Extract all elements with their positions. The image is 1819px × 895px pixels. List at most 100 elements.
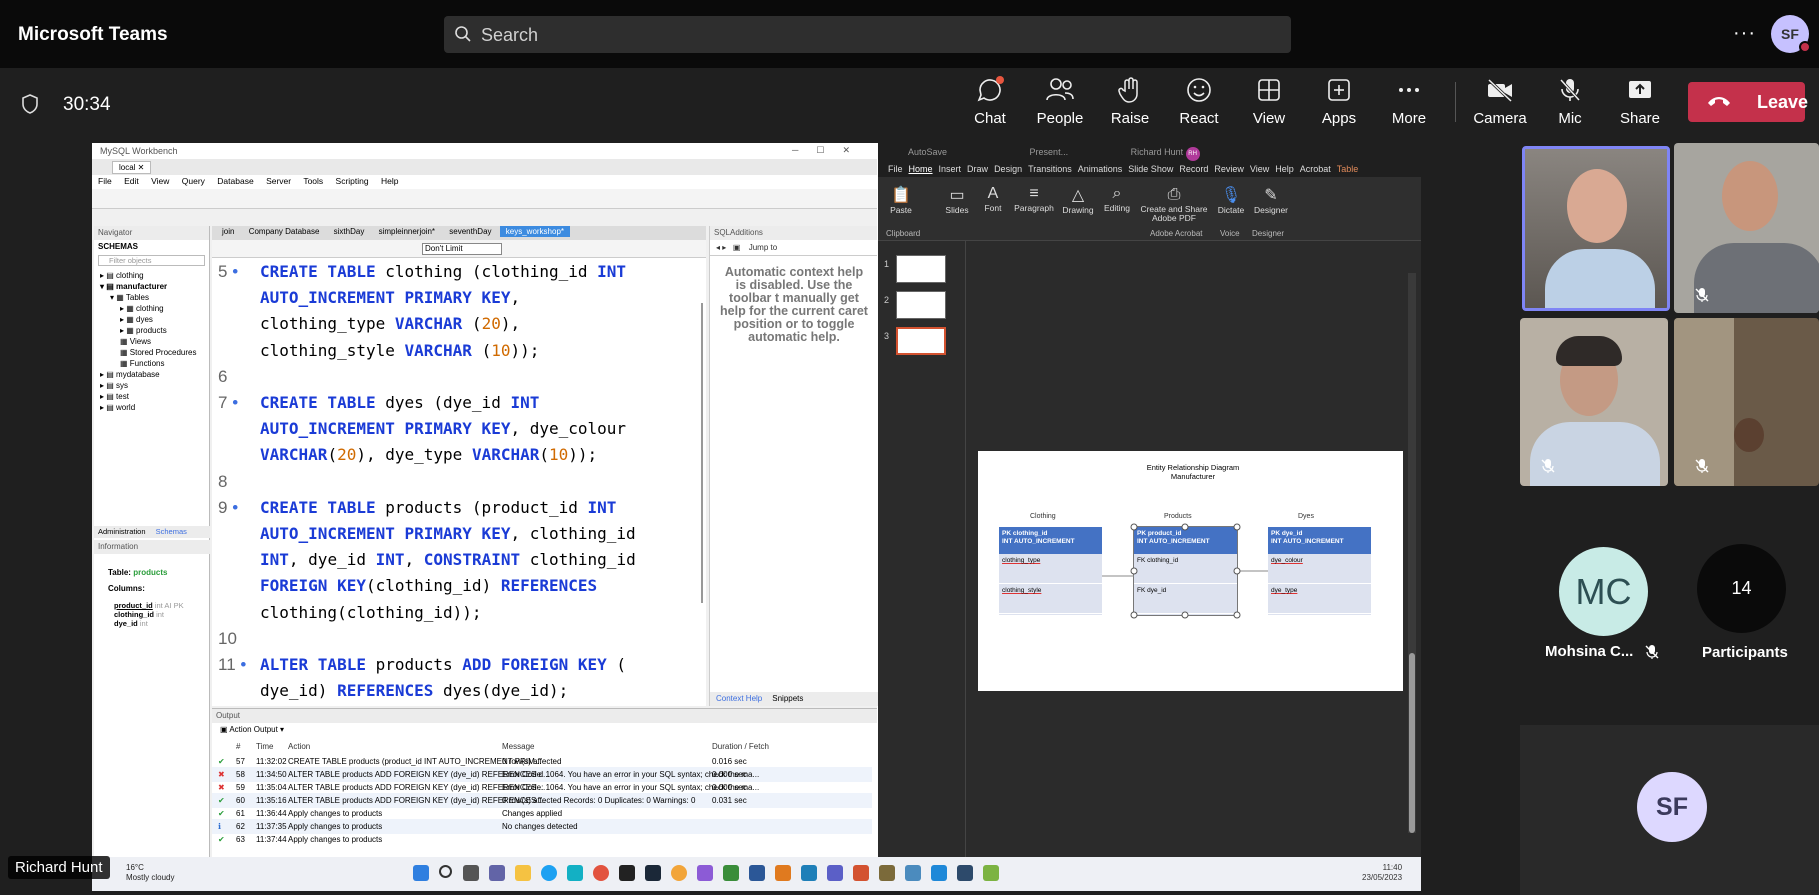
output-select[interactable]: ▣ Action Output ▾ [212,723,877,737]
app-icon[interactable] [801,865,817,881]
menu-scripting[interactable]: Scripting [336,176,369,186]
pp-menu-item[interactable]: View [1250,164,1269,174]
slide-thumb-1[interactable] [896,255,946,283]
tab-context-help[interactable]: Context Help [716,694,762,703]
tree-item[interactable]: ▦ Functions [100,358,209,369]
mic-button[interactable]: Mic [1539,76,1601,136]
pp-menu-item[interactable]: Review [1214,164,1244,174]
editor-scrollbar[interactable] [701,303,703,603]
tree-item[interactable]: ▸ ▦ clothing [100,303,209,314]
sql-editor[interactable]: join Company Database sixthDay simpleinn… [212,226,706,706]
steam-icon[interactable] [645,865,661,881]
current-slide[interactable]: Entity Relationship Diagram Manufacturer … [978,451,1403,691]
leave-button[interactable]: Leave [1688,82,1808,122]
slides-button[interactable]: ▭ Slides [942,185,972,215]
edge-icon[interactable] [541,865,557,881]
participant-avatar[interactable]: MC [1559,547,1648,636]
designer-button[interactable]: ✎ Designer [1252,185,1290,215]
editor-tab[interactable]: sixthDay [328,226,371,237]
explorer-icon[interactable] [515,865,531,881]
menu-database[interactable]: Database [217,176,253,186]
pp-menu-item[interactable]: File [888,164,903,174]
word-icon[interactable] [749,865,765,881]
slide-thumb-2[interactable] [896,291,946,319]
pp-user-avatar[interactable]: RH [1185,147,1200,161]
code-line[interactable]: CREATE TABLE products (product_id INT [260,495,700,521]
editing-button[interactable]: ⌕ Editing [1100,185,1134,213]
code-line[interactable]: clothing_type VARCHAR (20), [260,311,700,337]
epic-icon[interactable] [619,865,635,881]
app-icon[interactable] [723,865,739,881]
taskbar-clock[interactable]: 11:40 23/05/2023 [1362,863,1402,883]
apps-button[interactable]: Apps [1308,76,1370,136]
dictate-button[interactable]: 🎙 Dictate [1214,185,1248,215]
code-line[interactable]: AUTO_INCREMENT PRIMARY KEY, clothing_id [260,521,700,547]
more-options-button[interactable]: ··· [1733,22,1756,45]
raise-hand-button[interactable]: Raise [1099,76,1161,136]
menu-edit[interactable]: Edit [124,176,139,186]
teams-taskbar-icon[interactable] [827,865,843,881]
editor-tab[interactable]: Company Database [243,226,326,237]
limit-rows-select[interactable]: Don't Limit [422,243,502,255]
code-line[interactable]: CREATE TABLE clothing (clothing_id INT [260,259,700,285]
drawing-button[interactable]: △ Drawing [1060,185,1096,215]
window-controls[interactable]: ─☐✕ [792,145,868,156]
tree-item[interactable]: ▦ Stored Procedures [100,347,209,358]
code-line[interactable]: VARCHAR(20), dye_type VARCHAR(10)); [260,442,700,468]
weather-widget[interactable]: 16°C Mostly cloudy [126,863,174,883]
share-button[interactable]: Share [1609,76,1671,136]
code-line[interactable]: clothing(clothing_id)); [260,600,700,626]
tree-item[interactable]: ▸ ▤ mydatabase [100,369,209,380]
tab-schemas[interactable]: Schemas [156,527,187,536]
code-line[interactable]: AUTO_INCREMENT PRIMARY KEY, dye_colour [260,416,700,442]
tree-item[interactable]: ▸ ▤ test [100,391,209,402]
create-pdf-button[interactable]: ⎙ Create and Share Adobe PDF [1138,185,1210,223]
taskview-icon[interactable] [463,865,479,881]
tab-administration[interactable]: Administration [98,527,146,536]
code-line[interactable]: AUTO_INCREMENT PRIMARY KEY, [260,285,700,311]
teams-taskbar-icon[interactable] [489,865,505,881]
pp-menu-item[interactable]: Help [1275,164,1294,174]
tree-item[interactable]: ▾ ▦ Tables [100,292,209,303]
pp-menu-item[interactable]: Home [909,164,933,174]
code-line[interactable]: clothing_style VARCHAR (10)); [260,338,700,364]
menu-query[interactable]: Query [182,176,205,186]
tree-item[interactable]: ▸ ▦ dyes [100,314,209,325]
start-icon[interactable] [413,865,429,881]
search-box[interactable]: Search [444,16,1291,53]
pp-menu-item[interactable]: Design [994,164,1022,174]
participant-video[interactable] [1520,318,1668,486]
editor-tab[interactable]: join [216,226,240,237]
user-avatar[interactable]: SF [1771,15,1811,53]
menu-file[interactable]: File [98,176,112,186]
app-icon[interactable] [983,865,999,881]
editor-tab[interactable]: simpleinnerjoin* [373,226,441,237]
pp-menu-item[interactable]: Table [1337,164,1359,174]
pp-menu-item[interactable]: Acrobat [1300,164,1331,174]
visualstudio-icon[interactable] [697,865,713,881]
editor-tab-active[interactable]: keys_workshop* [499,226,571,237]
font-button[interactable]: A Font [978,185,1008,213]
python-icon[interactable] [905,865,921,881]
chat-button[interactable]: Chat [959,76,1021,136]
workbench-toolbar[interactable] [92,189,877,209]
pp-scrollbar[interactable] [1408,273,1416,833]
participant-video[interactable] [1674,143,1819,313]
chrome-icon[interactable] [593,865,609,881]
powerpoint-taskbar-icon[interactable] [853,865,869,881]
editor-tab[interactable]: seventhDay [443,226,497,237]
tree-item[interactable]: ▸ ▤ clothing [100,270,209,281]
filter-input[interactable]: Filter objects [98,255,205,266]
code-line[interactable]: CREATE TABLE dyes (dye_id INT [260,390,700,416]
jump-to[interactable]: Jump to [749,243,777,252]
vscode-icon[interactable] [931,865,947,881]
pp-menu-item[interactable]: Transitions [1028,164,1072,174]
autosave-label[interactable]: AutoSave [908,147,947,157]
tab-snippets[interactable]: Snippets [772,694,803,703]
output-row[interactable]: ✔ 63 11:37:44 Apply changes to products [212,832,872,847]
menu-help[interactable]: Help [381,176,398,186]
code-line[interactable]: dye_id) REFERENCES dyes(dye_id); [260,678,700,704]
camera-button[interactable]: Camera [1469,76,1531,136]
connection-tab[interactable]: local ✕ [112,161,152,174]
app-icon[interactable] [879,865,895,881]
